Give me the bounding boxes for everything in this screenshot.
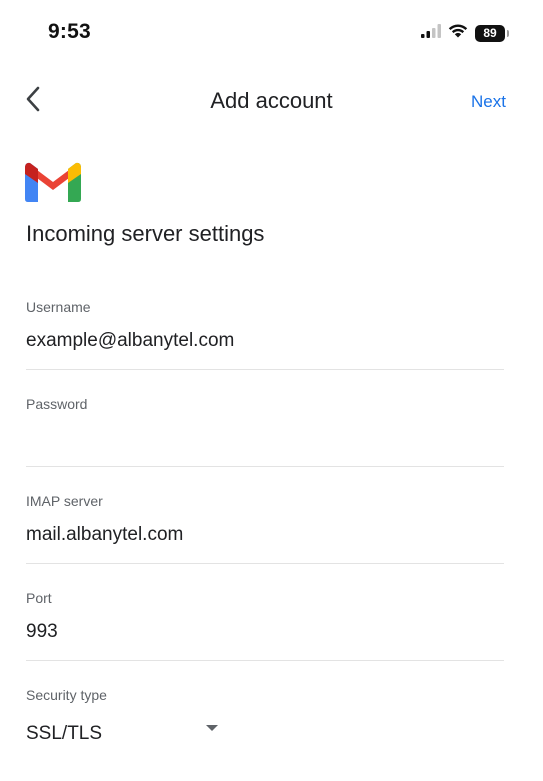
port-input[interactable]: 993 xyxy=(26,621,58,643)
username-label: Username xyxy=(26,299,91,315)
cellular-signal-icon xyxy=(421,23,441,43)
dropdown-arrow-icon[interactable] xyxy=(206,725,218,731)
imap-server-field[interactable]: IMAP server mail.albanytel.com xyxy=(26,493,504,564)
status-bar: 9:53 89 xyxy=(0,0,543,62)
username-input[interactable]: example@albanytel.com xyxy=(26,330,234,352)
wifi-icon xyxy=(448,23,468,43)
imap-server-input[interactable]: mail.albanytel.com xyxy=(26,524,183,546)
security-type-field[interactable]: Security type SSL/TLS xyxy=(26,687,504,757)
battery-level: 89 xyxy=(483,26,497,40)
security-type-select[interactable]: SSL/TLS xyxy=(26,723,102,745)
app-bar: Add account Next xyxy=(0,72,543,130)
port-label: Port xyxy=(26,590,52,606)
page-title: Add account xyxy=(210,88,333,113)
security-type-label: Security type xyxy=(26,687,107,703)
status-icons: 89 xyxy=(421,23,509,43)
username-field[interactable]: Username example@albanytel.com xyxy=(26,299,504,370)
password-label: Password xyxy=(26,396,88,412)
port-field[interactable]: Port 993 xyxy=(26,590,504,661)
gmail-logo-icon xyxy=(25,160,81,202)
password-field[interactable]: Password xyxy=(26,396,504,467)
next-button[interactable]: Next xyxy=(471,92,506,112)
imap-server-label: IMAP server xyxy=(26,493,103,509)
battery-icon: 89 xyxy=(475,24,509,42)
section-title: Incoming server settings xyxy=(26,221,265,246)
status-time: 9:53 xyxy=(48,20,91,43)
